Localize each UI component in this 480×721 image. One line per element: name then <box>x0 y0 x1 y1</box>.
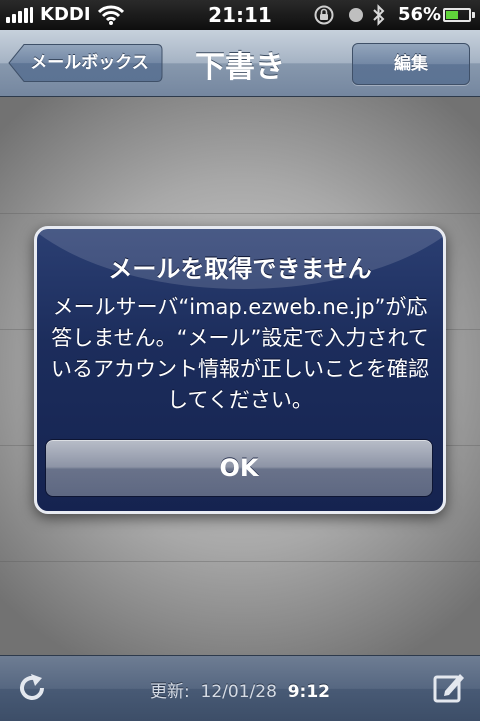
updated-label: 更新: <box>149 682 190 702</box>
rotation-lock-icon <box>314 5 334 25</box>
alarm-icon <box>349 8 363 22</box>
battery-percent: 56% <box>398 4 442 25</box>
updated-date: 12/01/28 <box>200 682 277 702</box>
ok-button[interactable]: OK <box>45 439 433 497</box>
battery-level <box>446 11 458 19</box>
edit-button[interactable]: 編集 <box>352 43 470 85</box>
updated-time: 9:12 <box>287 682 330 702</box>
alert-title: メールを取得できません <box>108 255 372 283</box>
alert-message: メールサーバ“imap.ezweb.ne.jp”が応答しません。“メール”設定で… <box>51 295 429 412</box>
compose-icon[interactable] <box>432 670 466 704</box>
bottom-toolbar: 更新: 12/01/28 9:12 <box>0 655 480 721</box>
list-row-divider <box>0 213 480 214</box>
battery-icon <box>443 8 475 22</box>
list-row-divider <box>0 561 480 562</box>
bluetooth-icon <box>373 4 385 26</box>
last-updated: 更新: 12/01/28 9:12 <box>0 677 480 702</box>
status-bar: KDDI 21:11 56% <box>0 0 480 30</box>
navigation-bar: メールボックス 下書き 編集 <box>0 30 480 97</box>
alert-dialog: メールを取得できません メールサーバ“imap.ezweb.ne.jp”が応答し… <box>34 226 446 514</box>
